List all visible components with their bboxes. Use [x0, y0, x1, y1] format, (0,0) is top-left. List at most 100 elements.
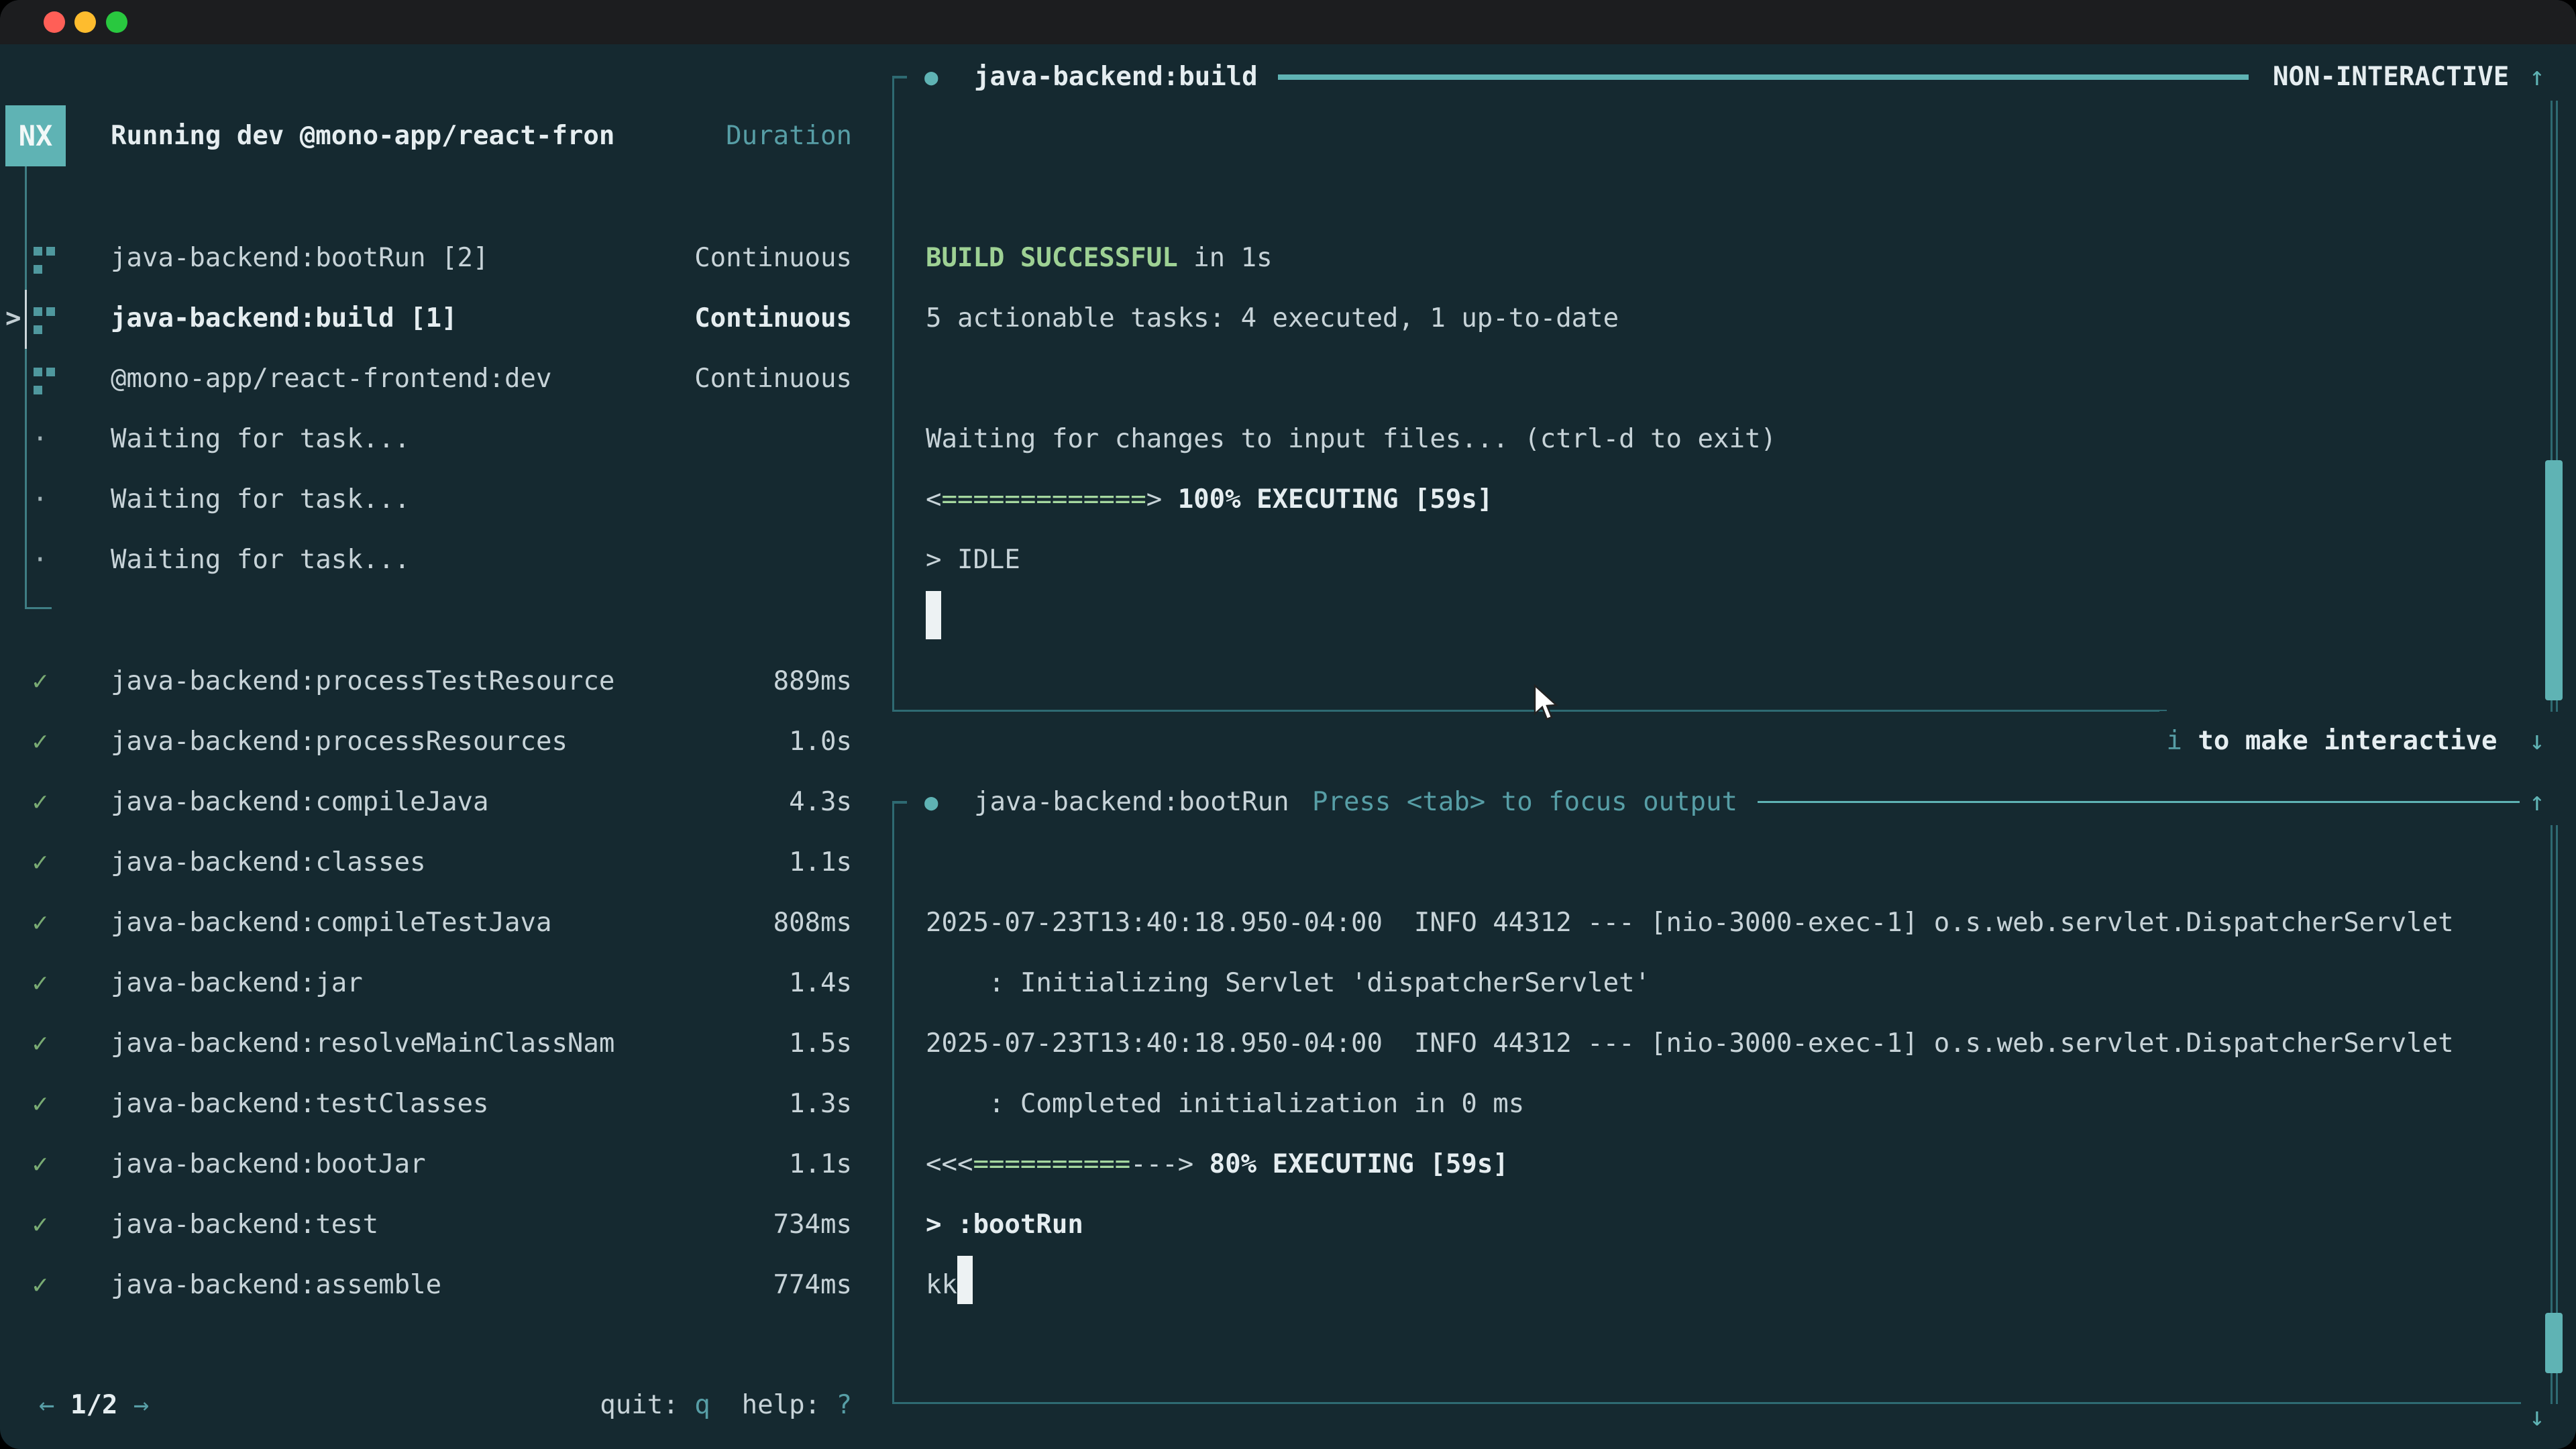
duration-column-header: Duration — [726, 105, 852, 166]
task-group-line-foot — [25, 607, 52, 609]
completed-task-list: ✓java-backend:processTestResource889ms✓j… — [0, 651, 852, 1316]
task-row[interactable]: @mono-app/react-frontend:devContinuous — [0, 349, 852, 409]
task-label: java-backend:processTestResource — [111, 651, 614, 712]
task-status: Continuous — [694, 288, 852, 349]
zoom-window-icon[interactable] — [106, 11, 127, 33]
help-key: ? — [837, 1390, 852, 1420]
pane-title: java-backend:build — [974, 47, 1258, 107]
log-line: > IDLE — [926, 530, 1776, 590]
task-pending-icon: · — [32, 530, 48, 590]
task-duration: 1.5s — [789, 1014, 852, 1074]
task-pending-icon: · — [32, 409, 48, 470]
task-label: java-backend:bootJar — [111, 1134, 426, 1195]
focused-pane-rule — [1278, 74, 2249, 80]
log-line: kk — [926, 1255, 2454, 1316]
log-segment: kk — [926, 1270, 957, 1300]
close-window-icon[interactable] — [44, 11, 65, 33]
task-label: Waiting for task... — [111, 530, 410, 590]
mouse-cursor-icon — [1532, 684, 1563, 729]
task-row[interactable]: java-backend:bootRun [2]Continuous — [0, 228, 852, 288]
scrollbar-thumb[interactable] — [2545, 1313, 2563, 1373]
task-duration: 1.1s — [789, 833, 852, 893]
task-row[interactable]: ✓ java-backend:bootJar 1.1s — [0, 1134, 852, 1195]
scroll-up-icon[interactable]: ↑ — [2517, 47, 2557, 107]
task-row[interactable]: ✓java-backend:processResources1.0s — [0, 712, 852, 772]
task-duration: 1.1s — [789, 1134, 852, 1195]
task-success-icon: ✓ — [32, 651, 48, 712]
page-left-icon[interactable]: ← — [39, 1390, 54, 1420]
log-segment: 2025-07-23T13:40:18.950-04:00 INFO 44312… — [926, 1028, 2454, 1059]
mode-badge: NON-INTERACTIVE — [2273, 47, 2509, 107]
window-titlebar — [0, 0, 2576, 44]
log-segment: < — [926, 484, 941, 515]
task-row[interactable]: ·Waiting for task... — [0, 470, 852, 530]
log-line: Waiting for changes to input files... (c… — [926, 409, 1776, 470]
help-label: help: — [710, 1390, 837, 1420]
log-segment: ---> — [1130, 1149, 1193, 1179]
pagination[interactable]: ← 1/2 → — [39, 1375, 149, 1436]
log-segment: > IDLE — [926, 545, 1020, 575]
scroll-down-icon[interactable]: ↓ — [2517, 711, 2557, 771]
task-success-icon: ✓ — [32, 833, 48, 893]
terminal-window: NX Running dev @mono-app/react-fron Dura… — [0, 0, 2576, 1449]
focus-output-hint: Press <tab> to focus output — [1312, 772, 1737, 833]
page-indicator: 1/2 — [54, 1390, 133, 1420]
task-success-icon: ✓ — [32, 953, 48, 1014]
log-segment: ============= — [941, 484, 1146, 515]
pane-border-bottom — [892, 710, 2167, 712]
page-right-icon[interactable]: → — [133, 1390, 149, 1420]
pane-border-left — [892, 76, 894, 711]
log-segment: ========== — [973, 1149, 1130, 1179]
log-line: 2025-07-23T13:40:18.950-04:00 INFO 44312… — [926, 1014, 2454, 1074]
pane-border-bottom — [892, 1402, 2521, 1404]
task-status-icon: ● — [924, 772, 938, 833]
log-segment: : Initializing Servlet 'dispatcherServle… — [926, 968, 1650, 998]
task-spinner-icon — [34, 307, 42, 316]
pane-rule — [1758, 801, 2520, 803]
log-line: <<<==========---> 80% EXECUTING [59s] — [926, 1134, 2454, 1195]
task-row[interactable]: ✓java-backend:classes1.1s — [0, 833, 852, 893]
task-label: java-backend:bootRun [2] — [111, 228, 489, 288]
task-row[interactable]: >java-backend:build [1]Continuous — [0, 288, 852, 349]
task-duration: 808ms — [773, 893, 852, 953]
log-line: 5 actionable tasks: 4 executed, 1 up-to-… — [926, 288, 1776, 349]
log-line: > :bootRun — [926, 1195, 2454, 1255]
task-row[interactable]: ✓java-backend:compileTestJava808ms — [0, 893, 852, 953]
bootrun-log: 2025-07-23T13:40:18.950-04:00 INFO 44312… — [926, 893, 2454, 1316]
task-label: java-backend:resolveMainClassNam — [111, 1014, 614, 1074]
task-row[interactable]: ·Waiting for task... — [0, 409, 852, 470]
task-row[interactable]: ✓java-backend:testClasses1.3s — [0, 1074, 852, 1134]
scrollbar-thumb[interactable] — [2545, 460, 2563, 700]
task-success-icon: ✓ — [32, 893, 48, 953]
log-segment: 100% EXECUTING [59s] — [1178, 484, 1493, 515]
task-success-icon: ✓ — [32, 772, 48, 833]
task-success-icon: ✓ — [32, 1014, 48, 1074]
task-row[interactable]: ✓java-backend:jar1.4s — [0, 953, 852, 1014]
pane-border-left — [892, 801, 894, 1404]
scroll-down-icon[interactable]: ↓ — [2517, 1387, 2557, 1448]
minimize-window-icon[interactable] — [74, 11, 96, 33]
task-row[interactable]: · Waiting for task... — [0, 530, 852, 590]
log-line: <=============> 100% EXECUTING [59s] — [926, 470, 1776, 530]
log-segment: BUILD SUCCESSFUL — [926, 243, 1178, 273]
quit-label: quit: — [600, 1390, 694, 1420]
task-label: java-backend:testClasses — [111, 1074, 489, 1134]
log-segment: <<< — [926, 1149, 973, 1179]
task-label: @mono-app/react-frontend:dev — [111, 349, 551, 409]
task-row[interactable]: ✓java-backend:test734ms — [0, 1195, 852, 1255]
task-row[interactable]: ✓java-backend:compileJava4.3s — [0, 772, 852, 833]
log-segment: Waiting for changes to input files... (c… — [926, 424, 1776, 454]
task-spinner-icon — [34, 368, 42, 376]
task-row[interactable]: ✓ java-backend:resolveMainClassNam 1.5s — [0, 1014, 852, 1074]
task-list-title: Running dev @mono-app/react-fron — [111, 105, 614, 166]
task-label: java-backend:build [1] — [111, 288, 458, 349]
log-segment: > :bootRun — [926, 1210, 1083, 1240]
task-row[interactable]: ✓java-backend:assemble774ms — [0, 1255, 852, 1316]
task-row[interactable]: ✓java-backend:processTestResource889ms — [0, 651, 852, 712]
keyboard-hints: quit: q help: ? — [600, 1375, 852, 1436]
log-segment: : Completed initialization in 0 ms — [926, 1089, 1524, 1119]
task-success-icon: ✓ — [32, 1134, 48, 1195]
pane-corner — [892, 801, 907, 804]
scroll-up-icon[interactable]: ↑ — [2517, 772, 2557, 833]
log-line: BUILD SUCCESSFUL in 1s — [926, 228, 1776, 288]
